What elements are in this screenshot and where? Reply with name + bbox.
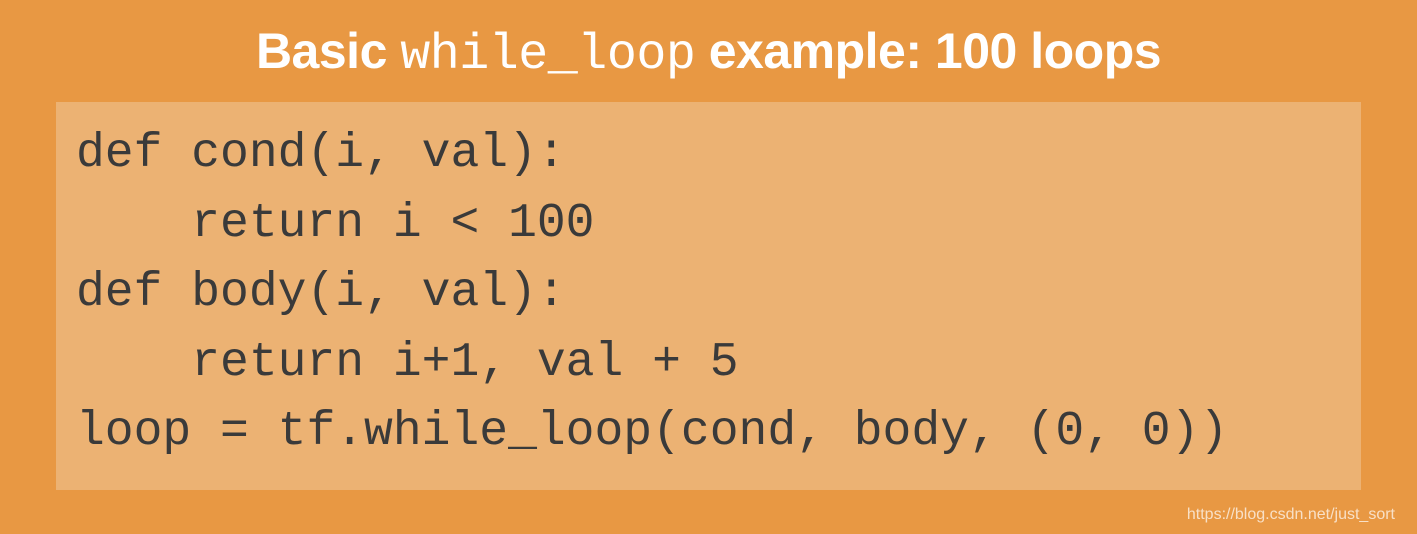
title-part1: Basic <box>256 23 400 79</box>
code-line-2: return i < 100 <box>76 197 594 251</box>
code-line-4: return i+1, val + 5 <box>76 336 739 390</box>
title-code-word: while_loop <box>400 27 695 84</box>
code-line-1: def cond(i, val): <box>76 127 566 181</box>
code-block: def cond(i, val): return i < 100 def bod… <box>56 102 1361 490</box>
watermark-text: https://blog.csdn.net/just_sort <box>1187 506 1395 524</box>
slide-title: Basic while_loop example: 100 loops <box>0 0 1417 102</box>
code-line-5: loop = tf.while_loop(cond, body, (0, 0)) <box>76 405 1228 459</box>
title-part2: example: 100 loops <box>695 23 1161 79</box>
code-line-3: def body(i, val): <box>76 266 566 320</box>
